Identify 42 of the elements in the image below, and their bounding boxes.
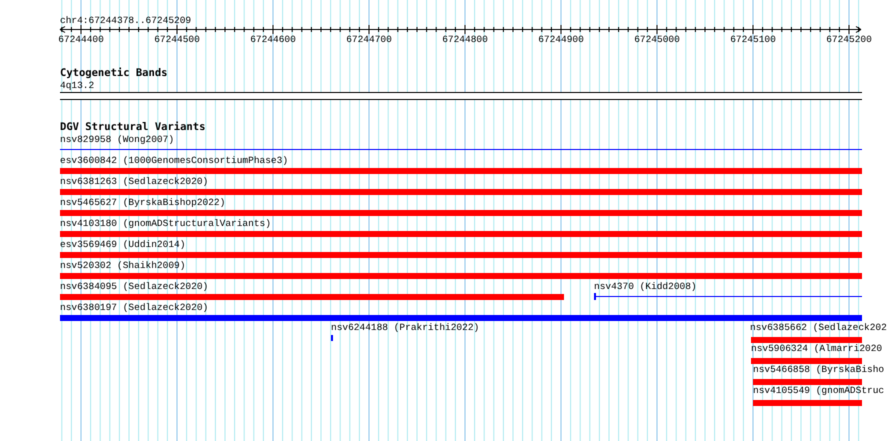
variant-label: nsv6384095 (Sedlazeck2020) — [60, 281, 208, 293]
variant-bar[interactable] — [60, 315, 862, 321]
band-label: 4q13.2 — [60, 80, 94, 92]
variant-label: esv3569469 (Uddin2014) — [60, 239, 186, 251]
variant-label: nsv4105549 (gnomADStruc — [753, 385, 884, 397]
variant-label: nsv5906324 (Almarri2020 — [751, 343, 882, 355]
variant-label: nsv829958 (Wong2007) — [60, 134, 174, 146]
variant-label: nsv6381263 (Sedlazeck2020) — [60, 176, 208, 188]
variant-label: nsv6244188 (Prakrithi2022) — [331, 322, 480, 334]
region-title: chr4:67244378..67245209 — [60, 15, 192, 27]
ruler-tick-label: 67245000 — [634, 34, 680, 46]
ruler-tick-label: 67244800 — [442, 34, 488, 46]
ruler-tick-label: 67244500 — [154, 34, 200, 46]
variant-bar[interactable] — [751, 337, 862, 343]
variant-bar[interactable] — [60, 294, 564, 300]
variant-bar[interactable] — [753, 400, 862, 406]
ruler-tick-label: 67244600 — [250, 34, 296, 46]
variant-bar[interactable] — [60, 168, 862, 174]
variant-label: nsv520302 (Shaikh2009) — [60, 260, 186, 272]
variant-bar[interactable] — [60, 189, 862, 195]
variant-label: nsv4103180 (gnomADStructuralVariants) — [60, 218, 271, 230]
ruler-tick-label: 67244900 — [538, 34, 584, 46]
variant-bar[interactable] — [60, 273, 862, 279]
variant-label: nsv6385662 (Sedlazeck202 — [750, 322, 887, 334]
ruler-tick-label: 67245100 — [730, 34, 776, 46]
variant-label: nsv4370 (Kidd2008) — [594, 281, 697, 293]
variant-line[interactable] — [594, 293, 862, 300]
variant-line[interactable] — [60, 146, 862, 153]
variant-label: nsv5466858 (ByrskaBisho — [753, 364, 884, 376]
variant-label: nsv5465627 (ByrskaBishop2022) — [60, 197, 226, 209]
variant-bar[interactable] — [60, 252, 862, 258]
variant-bar[interactable] — [60, 210, 862, 216]
variant-label: esv3600842 (1000GenomesConsortiumPhase3) — [60, 155, 288, 167]
ruler-tick-label: 67244700 — [346, 34, 392, 46]
track-title: Cytogenetic Bands — [60, 67, 168, 79]
variant-bar[interactable] — [751, 358, 862, 364]
ruler-tick-label: 67245200 — [826, 34, 872, 46]
variant-bar[interactable] — [753, 379, 862, 385]
track-title: DGV Structural Variants — [60, 121, 206, 133]
variant-label: nsv6380197 (Sedlazeck2020) — [60, 302, 208, 314]
variant-bar[interactable] — [60, 231, 862, 237]
ruler-tick-label: 67244400 — [58, 34, 104, 46]
